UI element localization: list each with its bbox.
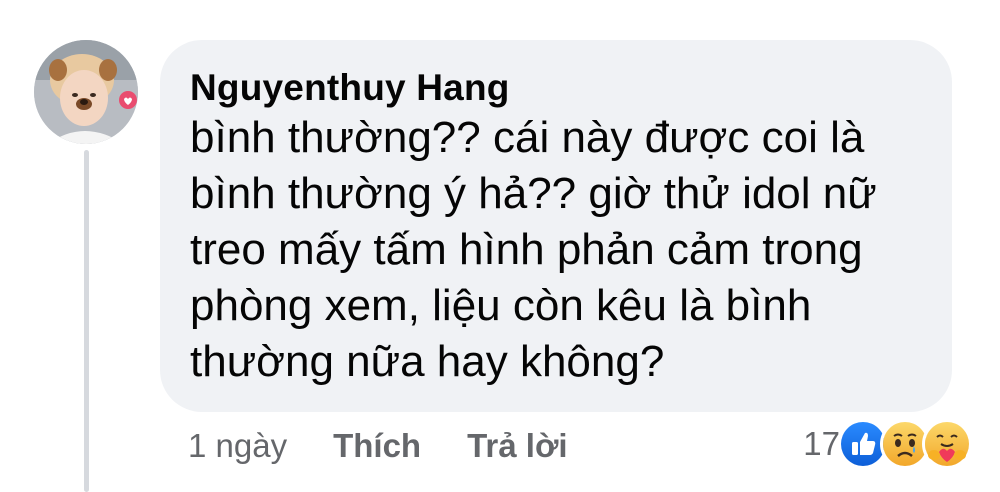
comment-timestamp[interactable]: 1 ngày [188, 427, 287, 465]
like-button[interactable]: Thích [333, 427, 421, 465]
comment-text: bình thường?? cái này được coi là bình t… [190, 113, 877, 386]
comment-bubble: Nguyenthuy Hang bình thường?? cái này đư… [160, 40, 952, 412]
avatar[interactable] [34, 40, 138, 144]
comment-actions: 1 ngày Thích Trả lời [188, 423, 614, 469]
reaction-count[interactable]: 17 [803, 425, 840, 463]
avatar-photo [34, 40, 138, 144]
comment-author[interactable]: Nguyenthuy Hang [190, 66, 922, 110]
thread-line [84, 150, 89, 492]
reactions-summary[interactable]: 17 [803, 418, 972, 470]
reply-button[interactable]: Trả lời [467, 427, 568, 465]
care-icon [922, 419, 972, 469]
